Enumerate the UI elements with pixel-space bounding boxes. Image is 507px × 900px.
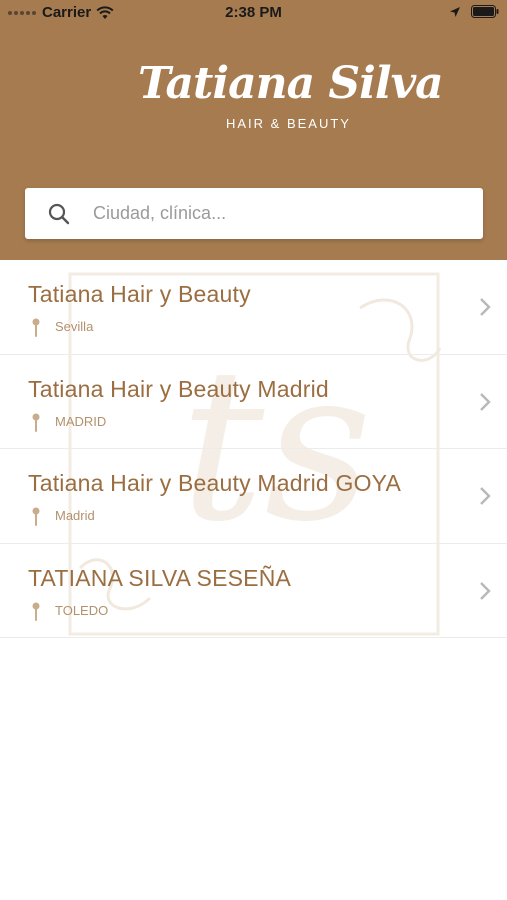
clinic-name: Tatiana Hair y Beauty — [28, 281, 251, 307]
clinic-location: Madrid — [55, 508, 95, 523]
search-bar[interactable] — [25, 188, 483, 239]
chevron-right-icon — [480, 298, 491, 316]
list-item[interactable]: Tatiana Hair y Beauty Madrid GOYA Madrid — [0, 449, 507, 544]
chevron-right-icon — [480, 581, 491, 600]
clinic-list-area[interactable]: ts Tatiana Hair y Beauty Sevilla Tatiana… — [0, 260, 507, 640]
status-right — [449, 5, 499, 18]
battery-icon — [471, 5, 499, 18]
status-time: 2:38 PM — [225, 4, 282, 21]
clinic-list: Tatiana Hair y Beauty Sevilla Tatiana Ha… — [0, 260, 507, 638]
pin-icon — [32, 507, 40, 526]
location-arrow-icon — [450, 6, 460, 17]
brand-name: Tatiana Silva — [138, 58, 444, 109]
clinic-location: Sevilla — [55, 319, 94, 334]
clinic-name: Tatiana Hair y Beauty Madrid — [28, 375, 329, 402]
clinic-name: TATIANA SILVA SESEÑA — [28, 564, 292, 591]
clinic-location: MADRID — [55, 413, 107, 429]
chevron-right-icon — [480, 392, 491, 411]
header: Carrier 2:38 PM Tatiana Silva HAIR & BEA… — [0, 0, 507, 260]
brand-logo: Tatiana Silva HAIR & BEAUTY — [0, 58, 507, 138]
pin-icon — [32, 318, 40, 337]
search-icon — [48, 203, 70, 225]
pin-icon — [32, 602, 40, 621]
pin-icon — [32, 413, 40, 432]
list-item[interactable]: Tatiana Hair y Beauty Sevilla — [0, 260, 507, 355]
status-bar: Carrier 2:38 PM — [0, 0, 507, 28]
clinic-name: Tatiana Hair y Beauty Madrid GOYA — [28, 470, 402, 496]
list-item[interactable]: Tatiana Hair y Beauty Madrid MADRID — [0, 355, 507, 449]
search-input[interactable] — [93, 188, 463, 239]
list-item[interactable]: TATIANA SILVA SESEÑA TOLEDO — [0, 544, 507, 638]
clinic-location: TOLEDO — [55, 602, 109, 618]
chevron-right-icon — [480, 487, 491, 505]
brand-tagline: HAIR & BEAUTY — [226, 116, 351, 131]
